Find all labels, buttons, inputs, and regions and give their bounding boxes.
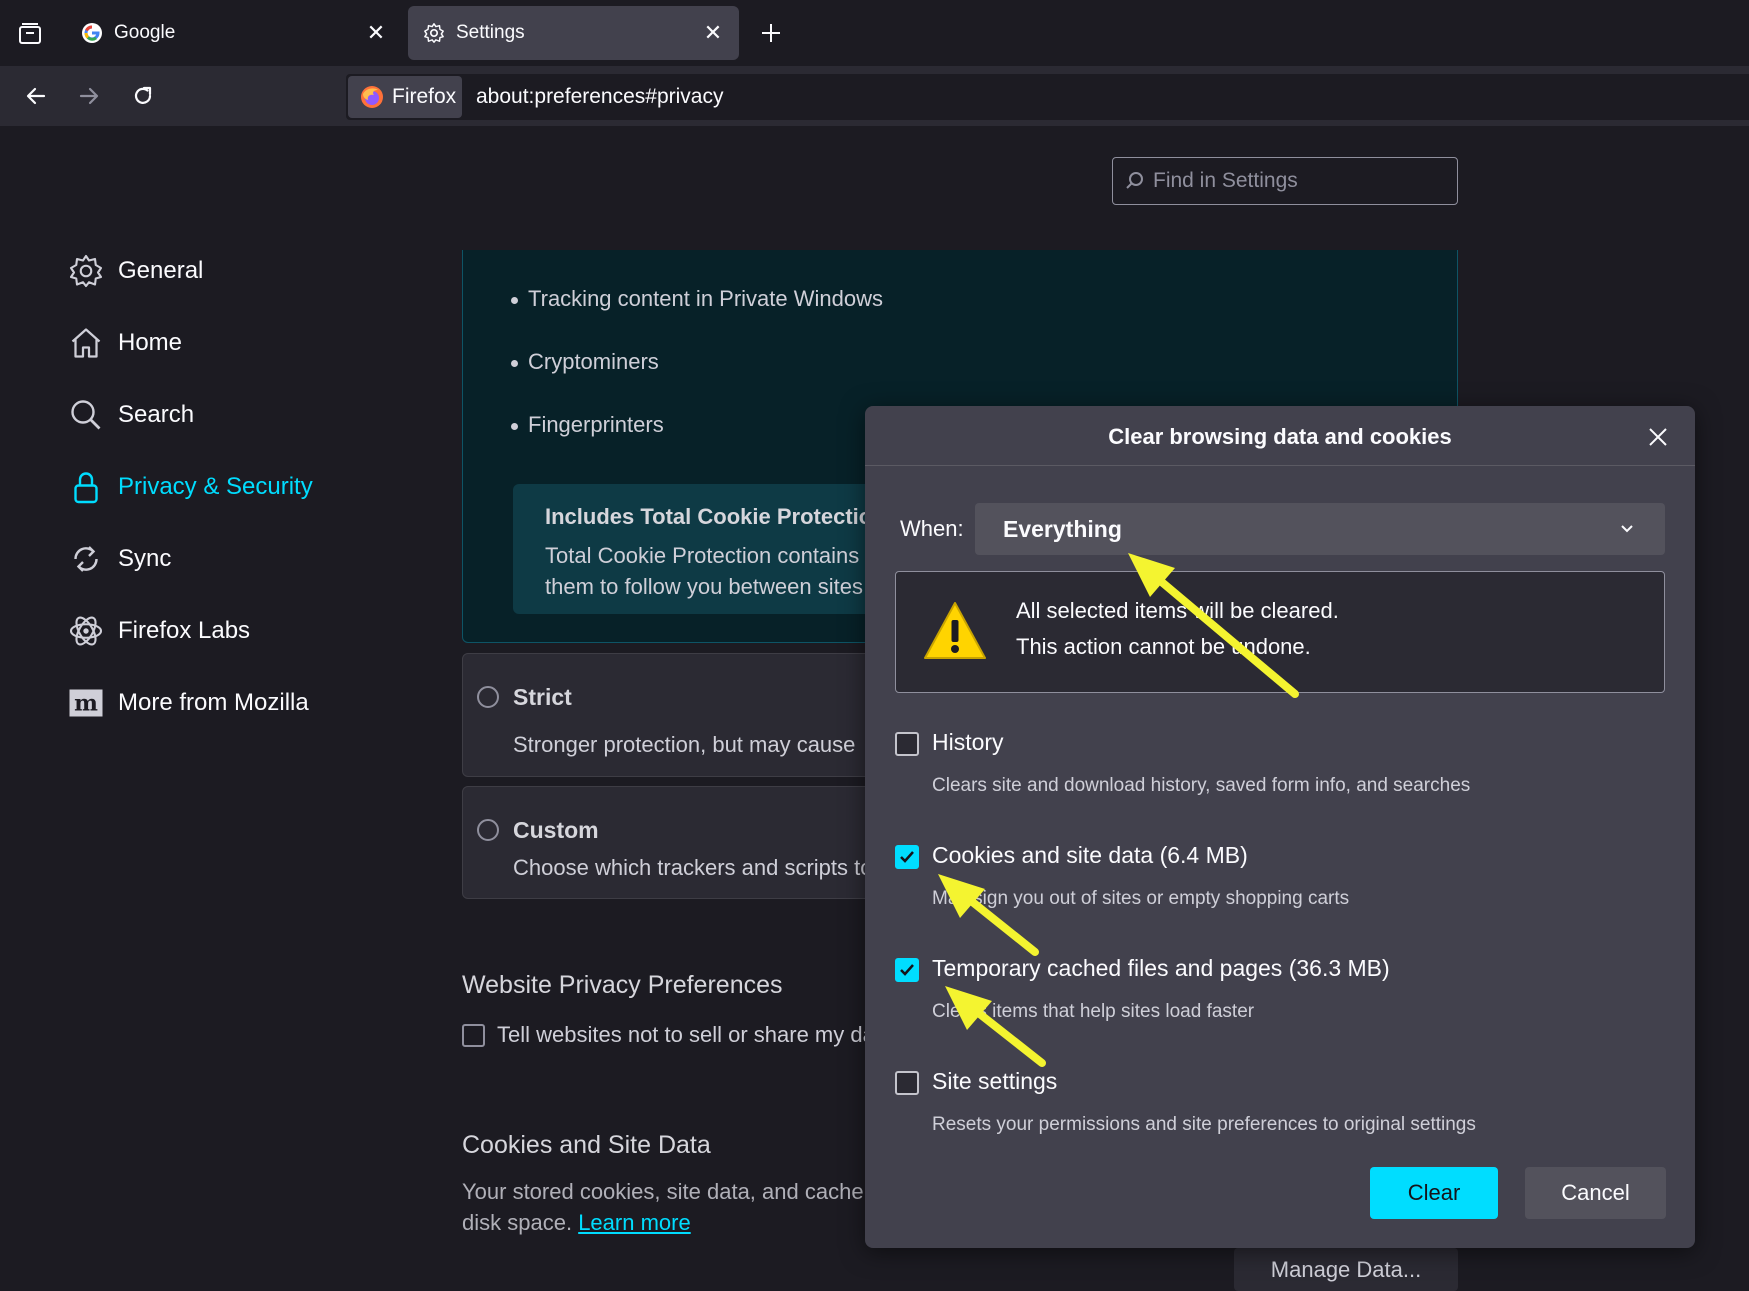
close-icon[interactable]: ✕ xyxy=(701,20,725,45)
do-not-sell-checkbox[interactable]: Tell websites not to sell or share my da… xyxy=(462,1022,893,1048)
cache-checkbox[interactable] xyxy=(895,958,919,982)
cookies-checkbox[interactable] xyxy=(895,845,919,869)
when-label: When: xyxy=(900,516,964,541)
sidebar-item-label: Home xyxy=(118,329,183,356)
option-label: Site settings xyxy=(932,1068,1058,1094)
sidebar-item-firefox-labs[interactable]: Firefox Labs xyxy=(66,608,250,654)
sync-icon xyxy=(66,539,106,579)
option-label: Temporary cached files and pages (36.3 M… xyxy=(932,955,1390,981)
tab-strip: Google ✕ Settings ✕ xyxy=(0,0,1749,66)
tab-settings[interactable]: Settings ✕ xyxy=(408,6,739,60)
search-icon xyxy=(66,395,106,435)
warning-line: This action cannot be undone. xyxy=(1016,634,1311,659)
identity-box[interactable]: Firefox xyxy=(348,76,462,118)
website-privacy-title: Website Privacy Preferences xyxy=(462,971,783,999)
identity-label: Firefox xyxy=(392,85,457,108)
navigation-bar: Firefox about:preferences#privacy xyxy=(0,66,1749,126)
tab-title: Settings xyxy=(456,22,525,43)
total-cookie-protection-box: Includes Total Cookie Protection Total C… xyxy=(513,484,913,614)
strict-title: Strict xyxy=(513,684,572,710)
clear-button[interactable]: Clear xyxy=(1370,1167,1498,1219)
option-label: History xyxy=(932,729,1004,755)
custom-radio[interactable] xyxy=(477,819,499,841)
strict-desc: Stronger protection, but may cause xyxy=(513,732,856,757)
when-dropdown[interactable]: Everything xyxy=(975,503,1665,555)
option-desc: May sign you out of sites or empty shopp… xyxy=(932,888,1350,909)
lock-icon xyxy=(66,467,106,507)
sidebar-item-general[interactable]: General xyxy=(66,248,203,294)
custom-option-card[interactable]: Custom Choose which trackers and scripts… xyxy=(462,786,882,899)
checkbox-label: Tell websites not to sell or share my da… xyxy=(497,1022,894,1047)
forward-arrow-icon[interactable] xyxy=(71,78,107,114)
close-icon[interactable] xyxy=(1643,422,1673,452)
option-desc: Resets your permissions and site prefere… xyxy=(932,1114,1476,1135)
when-value: Everything xyxy=(1003,515,1122,542)
option-desc: Clears items that help sites load faster xyxy=(932,1001,1255,1022)
sidebar-item-label: More from Mozilla xyxy=(118,689,309,716)
reload-icon[interactable] xyxy=(125,78,161,114)
warning-box: All selected items will be cleared. This… xyxy=(895,571,1665,693)
search-icon xyxy=(1126,172,1143,189)
mozilla-icon: m xyxy=(66,683,106,723)
checkmark-icon xyxy=(900,964,914,976)
url-bar[interactable]: Firefox about:preferences#privacy xyxy=(346,74,1749,120)
svg-text:m: m xyxy=(74,691,98,717)
plus-icon[interactable] xyxy=(756,18,786,48)
custom-desc: Choose which trackers and scripts to xyxy=(513,855,873,880)
tcp-title: Includes Total Cookie Protection xyxy=(545,504,886,529)
sidebar-item-label: General xyxy=(118,257,204,284)
option-label: Cookies and site data (6.4 MB) xyxy=(932,842,1248,868)
url-text[interactable]: about:preferences#privacy xyxy=(476,85,723,109)
cookies-section-title: Cookies and Site Data xyxy=(462,1131,711,1159)
list-item: Tracking content in Private Windows xyxy=(511,286,883,311)
back-arrow-icon[interactable] xyxy=(18,78,54,114)
cookies-description: Your stored cookies, site data, and cach… xyxy=(462,1176,864,1238)
warning-icon xyxy=(924,602,986,659)
sidebar-item-search[interactable]: Search xyxy=(66,392,194,438)
google-icon xyxy=(80,21,104,45)
cancel-button[interactable]: Cancel xyxy=(1525,1167,1666,1219)
manage-data-button[interactable]: Manage Data... xyxy=(1234,1248,1458,1291)
clear-data-dialog: Clear browsing data and cookies When: Ev… xyxy=(865,406,1695,1248)
option-desc: Clears site and download history, saved … xyxy=(932,775,1471,796)
warning-line: All selected items will be cleared. xyxy=(1016,598,1339,623)
tab-title: Google xyxy=(114,22,176,43)
learn-more-link[interactable]: Learn more xyxy=(578,1210,691,1235)
sidebar-item-more-from-mozilla[interactable]: m More from Mozilla xyxy=(66,680,309,726)
sidebar-item-label: Search xyxy=(118,401,195,428)
checkmark-icon xyxy=(900,851,914,863)
sidebar-item-home[interactable]: Home xyxy=(66,320,182,366)
strict-radio[interactable] xyxy=(477,686,499,708)
sidebar-item-privacy-security[interactable]: Privacy & Security xyxy=(66,464,313,510)
close-icon[interactable]: ✕ xyxy=(364,20,388,45)
dialog-title: Clear browsing data and cookies xyxy=(1108,424,1452,449)
checkbox[interactable] xyxy=(462,1023,485,1047)
cookies-line: disk space. xyxy=(462,1210,573,1235)
sidebar-item-label: Sync xyxy=(118,545,172,572)
tab-list-icon[interactable] xyxy=(14,18,46,50)
tcp-line: Total Cookie Protection contains xyxy=(545,543,860,568)
gear-icon xyxy=(66,251,106,291)
find-in-settings[interactable] xyxy=(1112,157,1458,205)
search-input[interactable] xyxy=(1153,169,1443,193)
cookies-line: Your stored cookies, site data, and cach… xyxy=(462,1179,864,1204)
site-settings-checkbox[interactable] xyxy=(895,1071,919,1095)
sidebar-item-label: Privacy & Security xyxy=(118,473,313,500)
tcp-line: them to follow you between sites xyxy=(545,574,863,599)
sidebar-item-label: Firefox Labs xyxy=(118,617,251,644)
labs-icon xyxy=(66,611,106,651)
strict-option-card[interactable]: Strict Stronger protection, but may caus… xyxy=(462,653,882,777)
home-icon xyxy=(66,323,106,363)
list-item: Cryptominers xyxy=(511,349,659,374)
firefox-icon xyxy=(361,86,383,108)
sidebar-item-sync[interactable]: Sync xyxy=(66,536,171,582)
tab-google[interactable]: Google ✕ xyxy=(66,6,402,60)
divider xyxy=(865,465,1695,466)
gear-icon xyxy=(422,21,446,45)
history-checkbox[interactable] xyxy=(895,732,919,756)
custom-title: Custom xyxy=(513,817,599,843)
list-item: Fingerprinters xyxy=(511,412,664,437)
chevron-down-icon xyxy=(1621,525,1633,533)
